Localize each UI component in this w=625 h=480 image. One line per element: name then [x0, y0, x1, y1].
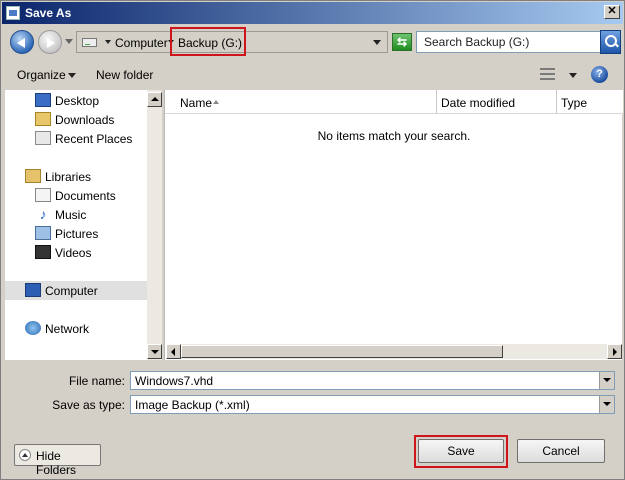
save-as-type-select[interactable]: Image Backup (*.xml) [130, 395, 615, 414]
address-dropdown-button[interactable] [373, 40, 381, 45]
music-icon: ♪ [39, 206, 47, 222]
sidebar-item-documents[interactable]: Documents [5, 186, 147, 205]
column-label: Type [561, 96, 588, 110]
hide-folders-button[interactable]: Hide Folders [14, 444, 101, 477]
address-row: Computer Backup (G:) ⇆ Search Backup (G:… [2, 25, 623, 59]
sidebar-item-computer[interactable]: Computer [5, 281, 147, 300]
sidebar-item-videos[interactable]: Videos [5, 243, 147, 262]
sidebar-item-recent-places[interactable]: Recent Places [5, 129, 147, 148]
highlight-box [170, 27, 246, 56]
breadcrumb-computer[interactable]: Computer [115, 36, 168, 50]
window-icon [6, 6, 20, 20]
column-label: Date modified [441, 96, 516, 110]
drive-icon [82, 38, 97, 47]
libraries-icon [25, 169, 41, 183]
sidebar-item-label: Computer [45, 284, 98, 298]
sidebar-item-label: Downloads [55, 113, 115, 127]
empty-message: No items match your search. [317, 129, 471, 143]
navigation-scrollbar[interactable] [147, 90, 162, 360]
scroll-up-button[interactable] [147, 92, 162, 107]
computer-icon [25, 283, 41, 297]
downloads-icon [35, 112, 51, 126]
sort-ascending-icon [213, 100, 219, 104]
new-folder-button[interactable]: New folder [96, 68, 153, 82]
scroll-left-button[interactable] [166, 344, 181, 359]
recent-pages-dropdown[interactable] [65, 39, 73, 44]
help-icon[interactable]: ? [591, 66, 608, 83]
sidebar-item-label: Videos [55, 246, 92, 260]
chevron-down-icon[interactable] [599, 372, 614, 389]
chevron-down-icon[interactable] [105, 40, 111, 44]
sidebar-item-label: Desktop [55, 94, 100, 108]
recent-places-icon [35, 131, 51, 145]
sidebar-item-label: Documents [55, 189, 116, 203]
pictures-icon [35, 226, 51, 240]
sidebar-item-label: Recent Places [55, 132, 133, 146]
sidebar-item-libraries[interactable]: Libraries [5, 167, 147, 186]
file-name-field[interactable]: Windows7.vhd [130, 371, 615, 390]
scroll-right-button[interactable] [607, 344, 622, 359]
horizontal-scrollbar[interactable] [166, 344, 622, 359]
documents-icon [35, 188, 51, 202]
close-button[interactable]: ✕ [604, 5, 620, 19]
back-button[interactable] [10, 30, 34, 54]
file-name-label: File name: [68, 374, 125, 388]
chevron-down-icon[interactable] [68, 73, 76, 78]
save-as-type-label: Save as type: [52, 398, 125, 412]
search-input[interactable]: Search Backup (G:) [416, 31, 602, 53]
file-list[interactable]: Name Date modified Type No items match y… [164, 90, 623, 360]
title-bar: Save As ✕ [2, 2, 623, 24]
change-view-icon[interactable] [540, 68, 555, 80]
save-as-type-value: Image Backup (*.xml) [135, 398, 250, 412]
sidebar-item-label: Network [45, 322, 90, 336]
hide-folders-label: Hide Folders [36, 449, 77, 477]
command-bar: Organize New folder ? [2, 60, 623, 89]
scroll-thumb[interactable] [181, 345, 503, 358]
refresh-button[interactable]: ⇆ [392, 33, 412, 51]
sidebar-item-network[interactable]: Network [5, 319, 147, 338]
sidebar-item-downloads[interactable]: Downloads [5, 110, 147, 129]
desktop-icon [35, 93, 51, 107]
network-icon [25, 321, 41, 335]
sidebar-item-label: Pictures [55, 227, 99, 241]
scroll-down-button[interactable] [147, 344, 162, 359]
address-bar[interactable]: Computer Backup (G:) [76, 27, 388, 56]
column-header-type[interactable]: Type [557, 90, 623, 114]
collapse-icon [19, 449, 31, 461]
column-header-date-modified[interactable]: Date modified [437, 90, 557, 114]
save-button[interactable]: Save [418, 439, 504, 463]
views-dropdown-icon[interactable] [569, 73, 577, 78]
file-name-value: Windows7.vhd [135, 374, 214, 388]
chevron-down-icon[interactable] [599, 396, 614, 413]
column-header-name[interactable]: Name [165, 90, 437, 114]
sidebar-item-desktop[interactable]: Desktop [5, 91, 147, 110]
window-title: Save As [25, 6, 72, 20]
videos-icon [35, 245, 51, 259]
sidebar-item-music[interactable]: ♪ Music [5, 205, 147, 224]
navigation-pane: Desktop Downloads Recent Places Librarie… [5, 90, 147, 360]
cancel-button[interactable]: Cancel [517, 439, 605, 463]
organize-button[interactable]: Organize [17, 68, 66, 82]
sidebar-item-label: Libraries [45, 170, 92, 184]
search-icon[interactable] [600, 30, 621, 54]
save-as-dialog: Save As ✕ Computer Backup (G:) ⇆ Search … [0, 0, 625, 480]
column-label: Name [180, 96, 213, 110]
sidebar-item-pictures[interactable]: Pictures [5, 224, 147, 243]
sidebar-item-label: Music [55, 208, 87, 222]
forward-button[interactable] [38, 30, 62, 54]
